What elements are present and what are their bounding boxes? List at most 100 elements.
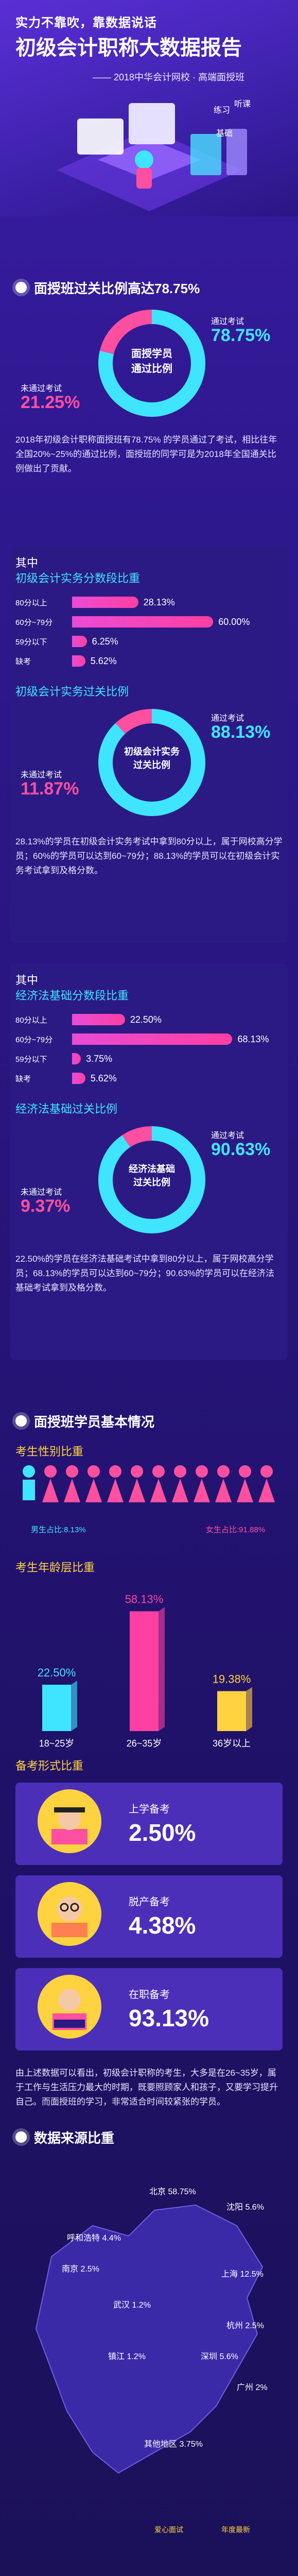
age-bar-side (71, 1681, 77, 1731)
region-label: 杭州 2.5% (226, 2321, 264, 2330)
hero-label-listen: 听课 (234, 100, 251, 109)
gender-pictogram (23, 1465, 275, 1502)
bar (72, 597, 138, 608)
female-figure-icon (64, 1465, 80, 1502)
bar (72, 616, 214, 628)
hero-title: 初级会计职称大数据报告 (15, 37, 242, 59)
pass-value: 90.63% (211, 1140, 271, 1159)
section-paragraph: 28.13%的学员在初级会计实务考试中拿到80分以上，属于网校高分学员；60%的… (15, 837, 283, 875)
reader-icon (38, 1882, 101, 1946)
bar (72, 1033, 233, 1045)
pass-value: 78.75% (211, 326, 271, 345)
region-label: 武汉 1.2% (113, 2301, 151, 2310)
female-figure-icon (107, 1465, 124, 1502)
bar-label: 59分以下 (15, 1055, 47, 1064)
fail-label: 未通过考试 (21, 1188, 62, 1197)
fail-label: 未通过考试 (21, 771, 62, 779)
region-label: 呼和浩特 4.4% (67, 2234, 121, 2243)
age-bar (217, 1691, 246, 1731)
donut-center-label: 初级会计实务 过关比例 (124, 747, 180, 770)
section-paragraph: 2018年初级会计职称面授班有78.75% 的学员通过了考试，相比往年全国20%… (15, 435, 277, 473)
bar (72, 636, 87, 647)
age-bar-label: 26~35岁 (127, 1738, 162, 1749)
bar-row: 59分以下 6.25% (15, 634, 118, 649)
region-label: 其他地区 3.75% (144, 2440, 203, 2449)
age-bar (42, 1685, 71, 1731)
worker-icon (38, 1975, 101, 2039)
gender-heading: 考生性别比重 (15, 1445, 84, 1458)
hero-tagline: 实力不靠吹，靠数据说话 (15, 16, 157, 30)
section-heading-text: 面授班过关比例高达78.75% (34, 280, 200, 296)
hero-banner: 实力不靠吹，靠数据说话 初级会计职称大数据报告 —— 2018中华会计网校 · … (0, 0, 298, 216)
page: 实力不靠吹，靠数据说话 初级会计职称大数据报告 —— 2018中华会计网校 · … (0, 0, 298, 2576)
section-paragraph: 由上述数据可以看出，初级会计职称的考生，大多是在26~35岁，属于工作与生活压力… (15, 2068, 278, 2107)
female-figure-icon (172, 1465, 188, 1502)
intro-text: 其中 (15, 556, 39, 569)
bar-value: 6.25% (92, 636, 118, 647)
region-label: 深圳 5.6% (201, 2352, 238, 2361)
fail-label: 未通过考试 (21, 384, 62, 393)
bar-label: 缺考 (15, 1074, 31, 1083)
prep-value: 2.50% (129, 1819, 196, 1846)
bar-row: 缺考 5.62% (15, 654, 117, 668)
age-bar-side (246, 1687, 252, 1731)
female-figure-icon (237, 1465, 253, 1502)
region-label: 广州 2% (237, 2383, 268, 2392)
fail-value: 9.37% (21, 1196, 71, 1216)
bar (72, 655, 85, 667)
age-bar-value: 19.38% (213, 1672, 251, 1685)
section-heading: 面授班学员基本情况 (15, 1412, 154, 1430)
bar-value: 60.00% (218, 616, 250, 627)
section-heading-text: 面授班学员基本情况 (34, 1414, 155, 1430)
female-figure-icon (215, 1465, 232, 1502)
bar-label: 缺考 (15, 657, 31, 666)
bar (72, 1073, 85, 1084)
student-icon (38, 1789, 101, 1853)
score-bar-chart: 80分以上 28.13% 60分~79分 60.00% 59分以下 6.25% 缺考 5.62… (0, 595, 298, 677)
bar-value: 22.50% (130, 1014, 162, 1025)
female-figure-icon (194, 1465, 210, 1502)
pass-label: 通过考试 (211, 1131, 244, 1140)
bar-row: 59分以下 3.75% (15, 1052, 112, 1066)
prep-card-fulltime: 脱产备考 4.38% (15, 1875, 283, 1958)
female-figure-icon (150, 1465, 167, 1502)
bar-label: 60分~79分 (15, 1035, 53, 1044)
donut-slice-fail (115, 709, 152, 734)
female-figure-icon (85, 1465, 102, 1502)
pass-heading: 经济法基础过关比例 (15, 1103, 118, 1115)
prep-label: 脱产备考 (129, 1896, 170, 1908)
section-paragraph: 22.50%的学员在经济法基础考试中拿到80分以上，属于网校高分学员；68.13… (15, 1254, 275, 1293)
prep-value: 4.38% (129, 1912, 196, 1939)
prep-value: 93.13% (129, 2005, 209, 2031)
pass-label: 通过考试 (211, 714, 244, 723)
bar-value: 3.75% (86, 1053, 113, 1064)
bar-row: 60分~79分 68.13% (15, 1032, 269, 1046)
male-figure-icon (23, 1465, 35, 1500)
age-bar (130, 1611, 159, 1731)
age-heading: 考生年龄层比重 (15, 1561, 95, 1574)
donut-center-label: 面授学员 通过比例 (131, 348, 172, 375)
prep-heading: 备考形式比重 (15, 1759, 84, 1772)
pass-label: 通过考试 (211, 317, 244, 326)
bar-row: 60分~79分 60.00% (15, 615, 250, 629)
prep-label: 在职备考 (129, 1989, 170, 2001)
age-bar-label: 36岁以上 (213, 1738, 251, 1749)
section-sources: 数据来源比重 北京 58.75% 沈阳 5.6% 呼和浩特 4.4% 南京 2.5% 上… (0, 2128, 298, 2576)
bar-value: 28.13% (143, 597, 175, 607)
region-label: 镇江 1.2% (108, 2352, 146, 2361)
male-label: 男生占比:8.13% (31, 1526, 86, 1534)
section-law: 其中 经济法基础分数段比重 80分以上 22.50% 60分~79分 68.13% 59… (0, 963, 298, 1376)
age-bar-side (159, 1607, 165, 1731)
donut-center-label: 经济法基础 过关比例 (129, 1164, 175, 1188)
age-bar-chart: 22.50% 18~25岁 58.13% 26~35岁 19.38% 36岁以上 (38, 1592, 252, 1749)
region-label: 南京 2.5% (62, 2265, 99, 2274)
fail-value: 21.25% (21, 393, 80, 412)
hero-label-basic: 基础 (216, 129, 233, 138)
female-figure-icon (42, 1465, 59, 1502)
hero-label-practice: 练习 (214, 106, 231, 115)
bar-value: 5.62% (90, 655, 117, 666)
section-accounting: 其中 初级会计实务分数段比重 80分以上 28.13% 60分~79分 60.00% 5… (0, 546, 298, 958)
score-heading: 初级会计实务分数段比重 (15, 572, 141, 585)
age-bar-value: 22.50% (38, 1666, 76, 1679)
pass-heading: 初级会计实务过关比例 (15, 685, 129, 698)
